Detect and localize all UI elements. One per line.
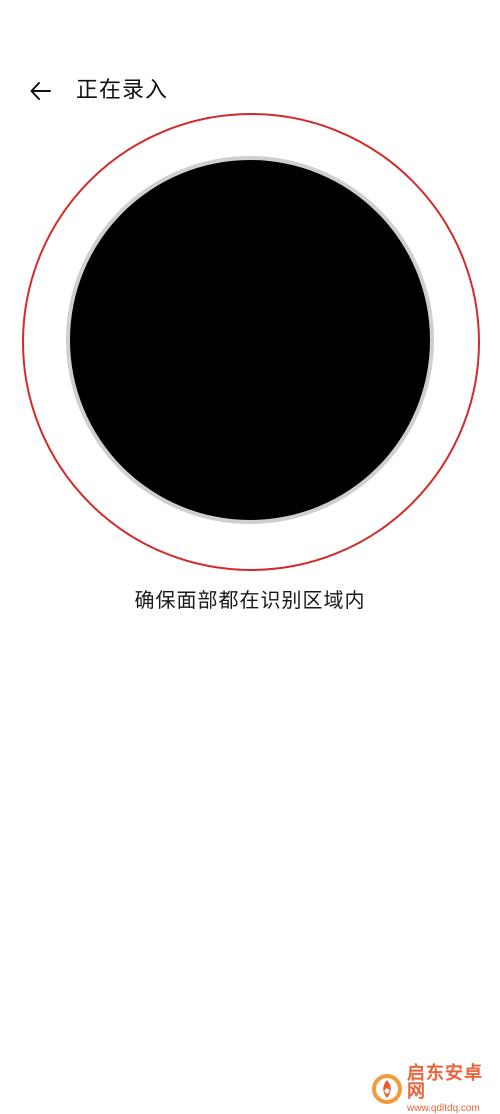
header: 正在录入	[0, 64, 500, 120]
watermark-text: 启东安卓网 www.qdltdq.com	[407, 1062, 498, 1114]
face-recognition-area	[22, 113, 480, 571]
instruction-text: 确保面部都在识别区域内	[134, 588, 366, 612]
watermark-url: www.qdltdq.com	[407, 1102, 480, 1114]
camera-preview	[70, 160, 430, 520]
watermark-name: 启东安卓网	[407, 1062, 483, 1102]
qidian-logo-icon	[372, 1074, 402, 1104]
page-title: 正在录入	[76, 78, 169, 103]
watermark: 启东安卓网 www.qdltdq.com	[370, 1064, 498, 1113]
back-button[interactable]	[24, 74, 58, 108]
arrow-left-icon	[30, 82, 51, 100]
